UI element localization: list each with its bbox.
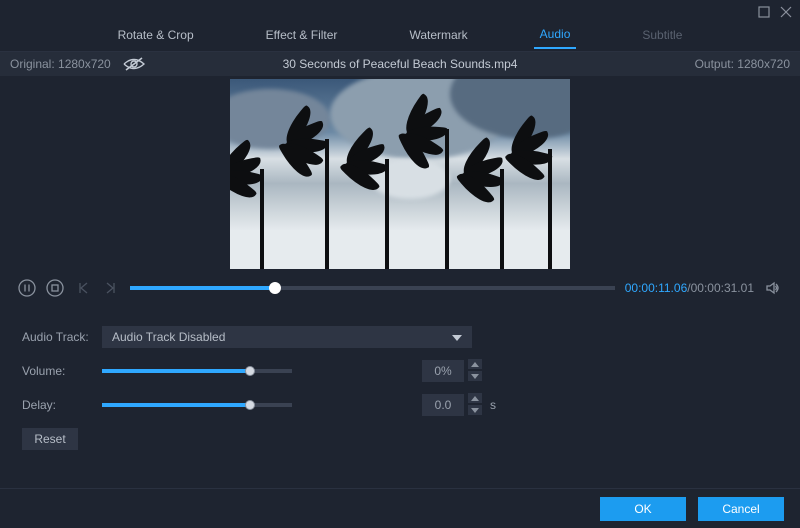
editor-tabs: Rotate & Crop Effect & Filter Watermark … [0, 24, 800, 52]
audio-controls: Audio Track: Audio Track Disabled Volume… [0, 304, 800, 458]
output-resolution-label: Output: 1280x720 [695, 57, 790, 71]
tab-watermark[interactable]: Watermark [403, 28, 473, 48]
cancel-button[interactable]: Cancel [698, 497, 784, 521]
stop-button[interactable] [46, 279, 64, 297]
audio-track-select[interactable]: Audio Track Disabled [102, 326, 472, 348]
play-pause-button[interactable] [18, 279, 36, 297]
playback-bar: 00:00:11.06/00:00:31.01 [0, 272, 800, 304]
volume-slider[interactable] [102, 369, 292, 373]
timecode: 00:00:11.06/00:00:31.01 [625, 281, 754, 295]
volume-step-up[interactable] [468, 359, 482, 369]
delay-step-up[interactable] [468, 393, 482, 403]
filename-label: 30 Seconds of Peaceful Beach Sounds.mp4 [283, 57, 518, 71]
original-resolution-label: Original: 1280x720 [10, 57, 111, 71]
delay-slider[interactable] [102, 403, 292, 407]
volume-step-down[interactable] [468, 371, 482, 381]
delay-step-down[interactable] [468, 405, 482, 415]
chevron-down-icon [452, 330, 462, 344]
volume-value[interactable]: 0% [422, 360, 464, 382]
reset-button[interactable]: Reset [22, 428, 78, 450]
duration: 00:00:31.01 [691, 281, 754, 295]
next-frame-button[interactable] [102, 279, 120, 297]
delay-label: Delay: [22, 398, 102, 412]
ok-button[interactable]: OK [600, 497, 686, 521]
current-time: 00:00:11.06 [625, 281, 688, 295]
file-info-bar: Original: 1280x720 30 Seconds of Peacefu… [0, 52, 800, 76]
seek-slider[interactable] [130, 286, 615, 290]
close-button[interactable] [780, 6, 792, 18]
prev-frame-button[interactable] [74, 279, 92, 297]
tab-audio[interactable]: Audio [534, 27, 577, 49]
preview-visibility-icon[interactable] [123, 57, 145, 71]
tab-subtitle[interactable]: Subtitle [636, 28, 688, 48]
maximize-button[interactable] [758, 6, 770, 18]
video-preview [230, 79, 570, 269]
audio-track-value: Audio Track Disabled [112, 330, 225, 344]
volume-label: Volume: [22, 364, 102, 378]
tab-rotate-crop[interactable]: Rotate & Crop [112, 28, 200, 48]
volume-icon[interactable] [764, 279, 782, 297]
tab-effect-filter[interactable]: Effect & Filter [260, 28, 344, 48]
dialog-footer: OK Cancel [0, 488, 800, 528]
delay-unit: s [490, 398, 496, 412]
delay-value[interactable]: 0.0 [422, 394, 464, 416]
audio-track-label: Audio Track: [22, 330, 102, 344]
